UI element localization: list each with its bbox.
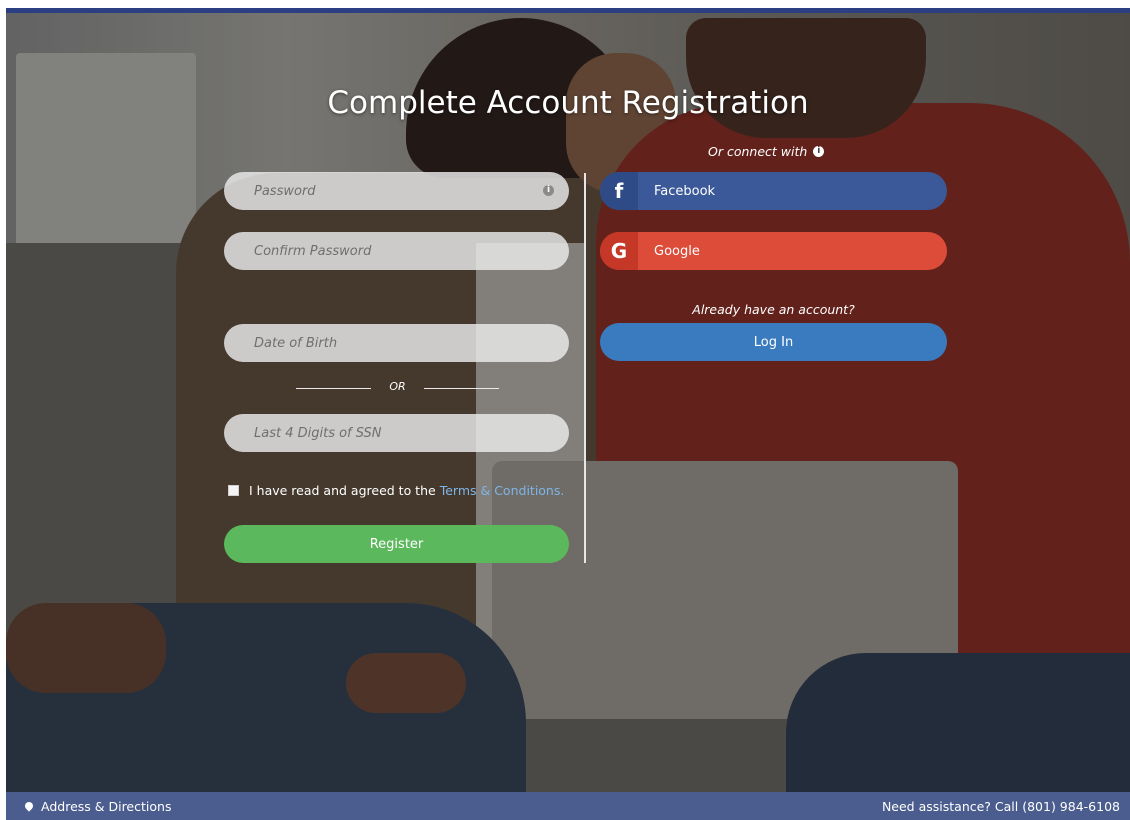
assistance-text: Need assistance? Call (801) 984-6108 (881, 799, 1120, 814)
terms-text: I have read and agreed to the (249, 482, 436, 498)
dark-overlay (6, 13, 1130, 792)
map-pin-icon (23, 799, 35, 812)
column-divider (584, 173, 586, 563)
confirm-password-placeholder: Confirm Password (254, 243, 372, 259)
ssn-field[interactable]: Last 4 Digits of SSN (224, 414, 569, 452)
or-line-right (424, 388, 499, 389)
already-have-account-text: Already have an account? (692, 302, 855, 317)
page-frame: Complete Account Registration Password i… (6, 8, 1130, 820)
info-icon[interactable]: i (543, 185, 554, 196)
page-title: Complete Account Registration (327, 85, 809, 121)
terms-checkbox[interactable] (228, 484, 239, 496)
info-icon[interactable]: i (813, 146, 825, 157)
ssn-placeholder: Last 4 Digits of SSN (254, 425, 382, 441)
or-text: OR (389, 380, 406, 393)
facebook-button[interactable]: f Facebook (600, 172, 947, 210)
address-link[interactable]: Address & Directions (23, 799, 172, 814)
google-icon: G (600, 232, 638, 270)
password-placeholder: Password (254, 183, 316, 199)
terms-link[interactable]: Terms & Conditions. (440, 483, 565, 498)
google-label: Google (654, 243, 700, 259)
facebook-icon: f (600, 172, 638, 210)
terms-row: I have read and agreed to the Terms & Co… (228, 481, 564, 499)
connect-label: Or connect with i (708, 144, 825, 159)
password-field[interactable]: Password i (224, 172, 569, 210)
register-button[interactable]: Register (224, 525, 569, 563)
confirm-password-field[interactable]: Confirm Password (224, 232, 569, 270)
address-label: Address & Directions (41, 799, 172, 814)
connect-text: Or connect with (708, 144, 808, 159)
footer-bar: Address & Directions Need assistance? Ca… (6, 792, 1130, 820)
google-button[interactable]: G Google (600, 232, 947, 270)
dob-placeholder: Date of Birth (254, 335, 338, 351)
facebook-label: Facebook (654, 183, 716, 199)
date-of-birth-field[interactable]: Date of Birth (224, 324, 569, 362)
background-photo: Complete Account Registration Password i… (6, 13, 1130, 792)
or-separator: OR (296, 380, 499, 396)
login-button[interactable]: Log In (600, 323, 947, 361)
